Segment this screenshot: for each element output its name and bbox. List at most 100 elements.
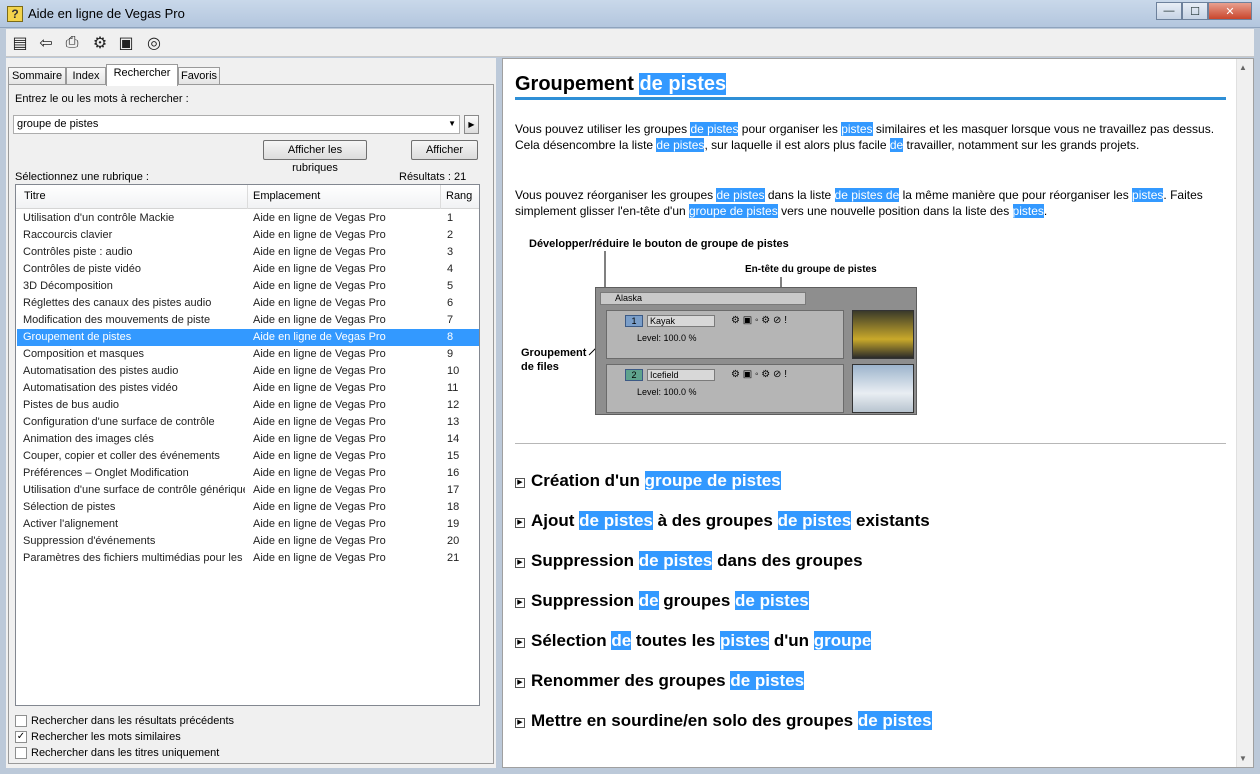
row-title: Animation des images clés — [23, 433, 154, 445]
row-location: Aide en ligne de Vegas Pro — [253, 331, 386, 343]
scroll-up-icon[interactable]: ▲ — [1239, 63, 1247, 72]
table-row[interactable]: Réglettes des canaux des pistes audio Aid… — [17, 295, 479, 312]
expand-icon[interactable]: ▶ — [515, 678, 525, 688]
column-header-title[interactable]: Titre — [24, 190, 46, 202]
tab-sommaire[interactable]: Sommaire — [8, 67, 66, 85]
table-row[interactable]: Composition et masques Aide en ligne de V… — [17, 346, 479, 363]
row-title: Contrôles piste : audio — [23, 246, 133, 258]
table-row[interactable]: Groupement de pistes Aide en ligne de Veg… — [17, 329, 479, 346]
table-row[interactable]: Suppression d'événements Aide en ligne de… — [17, 533, 479, 550]
scroll-down-icon[interactable]: ▼ — [1239, 754, 1247, 763]
expand-icon[interactable]: ▶ — [515, 478, 525, 488]
row-location: Aide en ligne de Vegas Pro — [253, 467, 386, 479]
close-button[interactable]: ✕ — [1208, 2, 1252, 20]
row-rank: 15 — [447, 450, 460, 462]
checkbox-icon[interactable] — [15, 715, 27, 727]
row-title: Préférences – Onglet Modification — [23, 467, 189, 479]
page-icon[interactable]: ▣ — [115, 32, 137, 54]
row-rank: 2 — [447, 229, 454, 241]
table-row[interactable]: Animation des images clés Aide en ligne d… — [17, 431, 479, 448]
table-row[interactable]: Contrôles piste : audio Aide en ligne de … — [17, 244, 479, 261]
row-title: Modification des mouvements de piste — [23, 314, 211, 326]
show-button[interactable]: Afficher — [411, 140, 478, 160]
maximize-button[interactable]: ☐ — [1182, 2, 1208, 20]
table-row[interactable]: Pistes de bus audio Aide en ligne de Vega… — [17, 397, 479, 414]
hide-panel-icon[interactable]: ▤ — [9, 32, 31, 54]
chevron-down-icon[interactable]: ▼ — [448, 119, 456, 128]
table-row[interactable]: Préférences – Onglet Modification Aide en… — [17, 465, 479, 482]
table-row[interactable]: Automatisation des pistes vidéo Aide en l… — [17, 380, 479, 397]
table-row[interactable]: Utilisation d'une surface de contrôle gé… — [17, 482, 479, 499]
row-location: Aide en ligne de Vegas Pro — [253, 399, 386, 411]
tab-index[interactable]: Index — [66, 67, 106, 85]
expandable-section-3[interactable]: ▶ Suppression de pistes dans des groupes — [515, 551, 863, 571]
table-row[interactable]: Contrôles de piste vidéo Aide en ligne de… — [17, 261, 479, 278]
section-title: Sélection de toutes les pistes d'un grou… — [531, 631, 872, 650]
expandable-section-4[interactable]: ▶ Suppression de groupes de pistes — [515, 591, 809, 611]
text-run: Création d'un — [531, 471, 645, 490]
search-highlight: groupe de pistes — [644, 471, 781, 490]
text-run: dans des groupes — [712, 551, 863, 570]
expand-icon[interactable]: ▶ — [515, 598, 525, 608]
text-run: Suppression — [531, 591, 639, 610]
navigation-panel: Sommaire Index Rechercher Favoris Entrez… — [6, 58, 496, 768]
row-location: Aide en ligne de Vegas Pro — [253, 552, 386, 564]
track-name: Kayak — [647, 315, 715, 327]
search-input[interactable]: groupe de pistes ▼ — [13, 115, 460, 134]
show-topics-button[interactable]: Afficher les rubriques — [263, 140, 367, 174]
table-row[interactable]: Modification des mouvements de piste Aide… — [17, 312, 479, 329]
track-name: Icefield — [647, 369, 715, 381]
row-location: Aide en ligne de Vegas Pro — [253, 365, 386, 377]
row-location: Aide en ligne de Vegas Pro — [253, 280, 386, 292]
column-header-location[interactable]: Emplacement — [253, 190, 320, 202]
window-title: Aide en ligne de Vegas Pro — [28, 6, 185, 21]
section-divider — [515, 443, 1226, 444]
expandable-section-7[interactable]: ▶ Mettre en sourdine/en solo des groupes … — [515, 711, 932, 731]
row-rank: 16 — [447, 467, 460, 479]
expand-icon[interactable]: ▶ — [515, 638, 525, 648]
row-rank: 14 — [447, 433, 460, 445]
expand-icon[interactable]: ▶ — [515, 518, 525, 528]
row-title: Paramètres des fichiers multimédias pour… — [23, 552, 245, 564]
help-globe-icon[interactable]: ◎ — [143, 32, 165, 54]
table-row[interactable]: Utilisation d'un contrôle Mackie Aide en … — [17, 210, 479, 227]
row-rank: 3 — [447, 246, 454, 258]
checkbox-icon[interactable] — [15, 747, 27, 759]
print-icon[interactable]: ⎙ — [61, 32, 83, 54]
checkbox-icon[interactable]: ✓ — [15, 731, 27, 743]
row-location: Aide en ligne de Vegas Pro — [253, 416, 386, 428]
row-rank: 18 — [447, 501, 460, 513]
table-row[interactable]: Activer l'alignement Aide en ligne de Veg… — [17, 516, 479, 533]
tab-favoris[interactable]: Favoris — [178, 67, 220, 85]
row-rank: 21 — [447, 552, 460, 564]
table-row[interactable]: Sélection de pistes Aide en ligne de Vega… — [17, 499, 479, 516]
text-run: Renommer des groupes — [531, 671, 731, 690]
expandable-section-5[interactable]: ▶ Sélection de toutes les pistes d'un gro… — [515, 631, 872, 651]
table-row[interactable]: Configuration d'une surface de contrôle A… — [17, 414, 479, 431]
go-arrow-button[interactable]: ▶ — [464, 115, 479, 134]
expandable-section-1[interactable]: ▶ Création d'un groupe de pistes — [515, 471, 781, 491]
table-row[interactable]: Paramètres des fichiers multimédias pour… — [17, 550, 479, 567]
vertical-scrollbar[interactable]: ▲ ▼ — [1236, 59, 1253, 767]
expandable-section-6[interactable]: ▶ Renommer des groupes de pistes — [515, 671, 805, 691]
expandable-section-2[interactable]: ▶ Ajout de pistes à des groupes de pistes… — [515, 511, 930, 531]
table-row[interactable]: 3D Décomposition Aide en ligne de Vegas P… — [17, 278, 479, 295]
back-arrow-icon[interactable]: ⇦ — [35, 32, 57, 54]
table-row[interactable]: Raccourcis clavier Aide en ligne de Vegas… — [17, 227, 479, 244]
table-row[interactable]: Couper, copier et coller des événements A… — [17, 448, 479, 465]
section-title: Création d'un groupe de pistes — [531, 471, 781, 490]
column-header-rank[interactable]: Rang — [446, 190, 472, 202]
expand-icon[interactable]: ▶ — [515, 718, 525, 728]
row-rank: 8 — [447, 331, 454, 343]
expand-icon[interactable]: ▶ — [515, 558, 525, 568]
table-row[interactable]: Automatisation des pistes audio Aide en l… — [17, 363, 479, 380]
track-level: Level: 100.0 % — [637, 387, 697, 397]
minimize-button[interactable]: — — [1156, 2, 1182, 20]
tab-rechercher[interactable]: Rechercher — [106, 64, 178, 86]
options-icon[interactable]: ⚙ — [89, 32, 111, 54]
text-run: Sélection — [531, 631, 612, 650]
row-rank: 10 — [447, 365, 460, 377]
text-run: Mettre en sourdine/en solo des groupes — [531, 711, 858, 730]
search-highlight: de — [638, 591, 659, 610]
row-title: Utilisation d'une surface de contrôle gé… — [23, 484, 245, 496]
